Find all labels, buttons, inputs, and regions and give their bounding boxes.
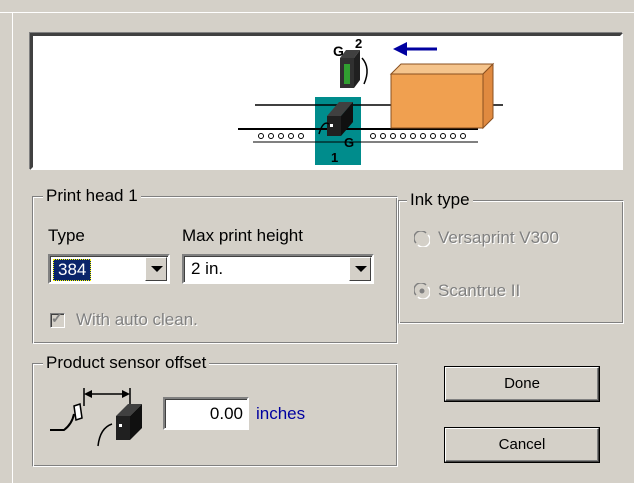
head-2-g-label: G (333, 43, 344, 59)
radio-scantrue[interactable] (414, 283, 430, 299)
dialog-top-edge (0, 12, 634, 13)
chevron-down-icon[interactable] (349, 257, 371, 281)
type-dropdown-value: 384 (53, 259, 92, 281)
auto-clean-checkbox[interactable]: ✓ (50, 310, 65, 328)
type-dropdown[interactable]: 384 (48, 254, 170, 284)
product-sensor-offset-title: Product sensor offset (43, 352, 210, 374)
head-1-number-label: 1 (331, 150, 338, 165)
print-head-group-title: Print head 1 (43, 185, 141, 207)
max-print-height-dropdown[interactable]: 2 in. (182, 254, 374, 284)
print-head-2-icon (340, 50, 368, 88)
chevron-down-icon[interactable] (145, 257, 167, 281)
radio-selected-dot (419, 288, 425, 294)
printer-preview-illustration: G 2 G 1 (238, 36, 503, 165)
sensor-offset-input[interactable] (163, 397, 249, 430)
print-head-icon (97, 404, 142, 447)
scantrue-option-label: Scantrue II (438, 281, 521, 300)
ink-type-group-title: Ink type (407, 189, 473, 211)
conveyor-rollers (258, 133, 466, 139)
dialog-left-edge (12, 12, 13, 483)
max-print-height-dropdown-value: 2 in. (191, 259, 224, 278)
cancel-button[interactable]: Cancel (445, 428, 599, 462)
ink-type-group: Ink type (398, 189, 624, 324)
arrow-left-icon (393, 42, 437, 56)
type-label: Type (48, 226, 85, 245)
head-2-number-label: 2 (355, 36, 362, 51)
printer-preview: G 2 G 1 (30, 33, 623, 170)
inches-unit-label: inches (256, 404, 306, 423)
max-print-height-label: Max print height (182, 226, 303, 245)
checkmark-icon: ✓ (51, 310, 63, 326)
sensor-offset-illustration (50, 388, 142, 447)
offset-measure-icon (83, 388, 131, 406)
product-box (389, 62, 495, 130)
sensor-icon (50, 403, 83, 431)
radio-versaprint[interactable] (414, 231, 430, 247)
versaprint-option-label: Versaprint V300 (438, 228, 559, 247)
done-button[interactable]: Done (445, 367, 599, 401)
head-1-g-label: G (344, 135, 354, 150)
auto-clean-label: With auto clean. (76, 310, 198, 329)
